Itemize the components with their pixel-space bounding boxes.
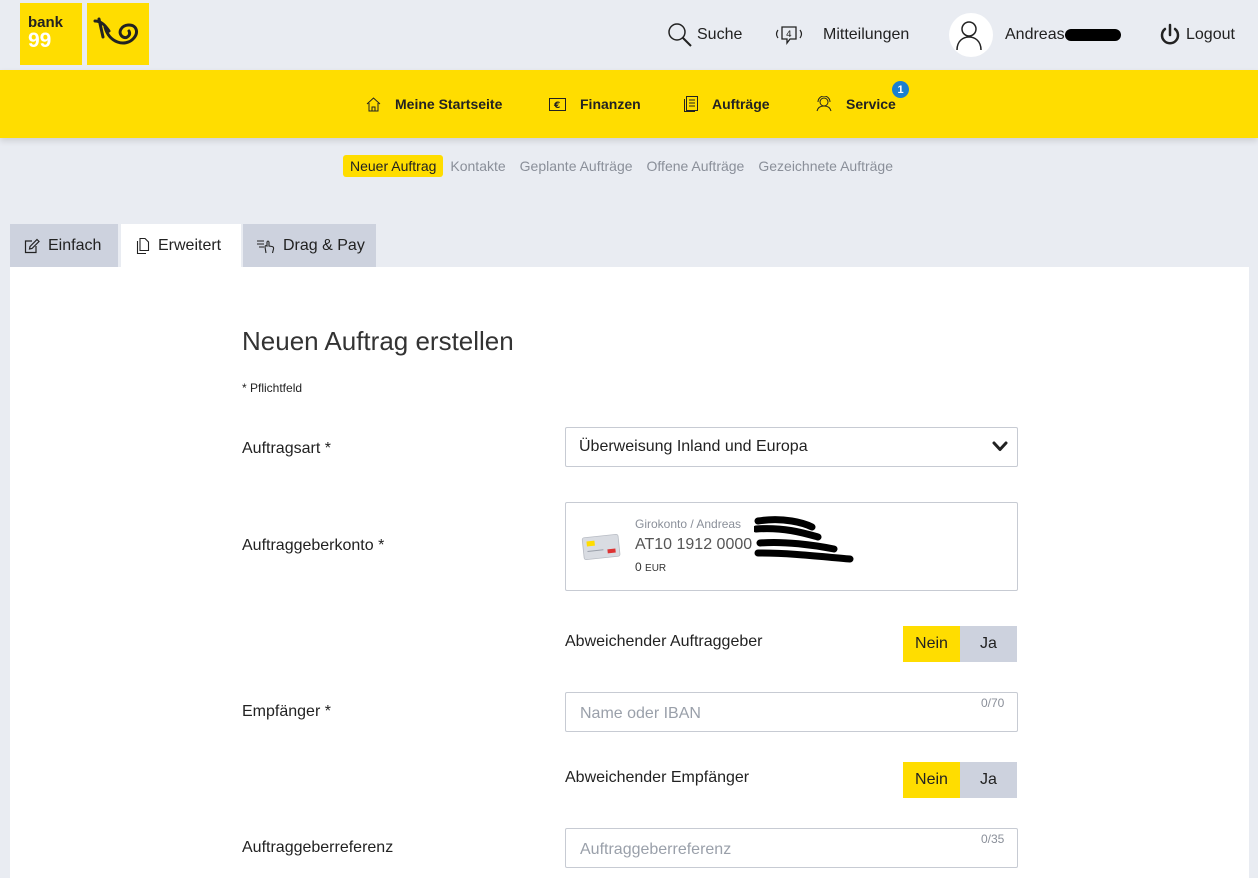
service-notification-badge: 1	[892, 81, 909, 98]
abweichender-empfaenger-toggle: Nein Ja	[903, 762, 1017, 798]
power-icon	[1160, 23, 1180, 45]
nav-item-service[interactable]: Service	[816, 70, 896, 138]
logout-button[interactable]: Logout	[1158, 0, 1235, 70]
post-horn-logo[interactable]	[87, 3, 149, 65]
top-bar: bank 99 Suche 4 Mitteilungen Andreas Log…	[0, 0, 1258, 70]
avatar	[949, 13, 993, 57]
chevron-down-icon	[992, 441, 1008, 451]
bank-card-icon	[581, 533, 621, 561]
search-button[interactable]: Suche	[667, 0, 742, 70]
drag-pay-icon	[257, 239, 275, 253]
search-icon	[668, 23, 692, 47]
abweichender-auftraggeber-toggle: Nein Ja	[903, 626, 1017, 662]
home-icon	[366, 96, 381, 111]
edit-icon	[24, 238, 40, 253]
service-icon	[816, 96, 832, 112]
tab-erweitert[interactable]: Erweitert	[121, 224, 241, 267]
auftraggeberreferenz-label: Auftraggeberreferenz	[242, 839, 394, 856]
nav-item-auftraege[interactable]: Aufträge	[684, 70, 770, 138]
abweichender-empfaenger-label: Abweichender Empfänger	[565, 769, 750, 786]
abweichender-auftraggeber-ja[interactable]: Ja	[960, 626, 1017, 662]
finance-icon: €	[549, 97, 566, 111]
tab-drag-and-pay[interactable]: Drag & Pay	[243, 224, 376, 267]
subnav-kontakte[interactable]: Kontakte	[443, 155, 512, 177]
subnav-geplante-auftraege[interactable]: Geplante Aufträge	[513, 155, 640, 177]
copy-icon	[136, 237, 150, 254]
subnav-offene-auftraege[interactable]: Offene Aufträge	[640, 155, 752, 177]
tab-einfach[interactable]: Einfach	[10, 224, 118, 267]
auftragsart-label: Auftragsart *	[242, 440, 331, 457]
orders-icon	[684, 96, 698, 112]
account-balance: 0 EUR	[635, 560, 667, 574]
empfaenger-input[interactable]	[565, 692, 1018, 732]
redaction	[1064, 29, 1121, 41]
user-menu[interactable]: Andreas	[949, 0, 1121, 70]
subnav-gezeichnete-auftraege[interactable]: Gezeichnete Aufträge	[751, 155, 900, 177]
svg-text:4: 4	[786, 30, 792, 40]
abweichender-empfaenger-ja[interactable]: Ja	[960, 762, 1017, 798]
subnav-neuer-auftrag[interactable]: Neuer Auftrag	[343, 155, 444, 177]
user-name: Andreas	[1005, 26, 1065, 43]
abweichender-auftraggeber-nein[interactable]: Nein	[903, 626, 960, 662]
messages-icon: 4	[775, 26, 803, 45]
abweichender-empfaenger-nein[interactable]: Nein	[903, 762, 960, 798]
nav-item-finanzen[interactable]: € Finanzen	[549, 70, 641, 138]
nav-item-startseite[interactable]: Meine Startseite	[366, 70, 502, 138]
svg-text:€: €	[553, 101, 560, 111]
auftraggeberreferenz-char-counter: 0/35	[981, 832, 1005, 846]
user-icon	[956, 21, 982, 51]
auftraggeberreferenz-input[interactable]	[565, 828, 1018, 868]
page-title: Neuen Auftrag erstellen	[242, 326, 514, 356]
auftraggeberkonto-label: Auftraggeberkonto *	[242, 537, 385, 554]
account-name: Girokonto / Andreas	[635, 517, 742, 531]
abweichender-auftraggeber-label: Abweichender Auftraggeber	[565, 633, 763, 650]
required-note: * Pflichtfeld	[242, 381, 303, 395]
redaction-scribble	[754, 516, 854, 563]
auftraggeberkonto-selector[interactable]: Girokonto / Andreas AT10 1912 0000 0 EUR	[565, 502, 1018, 591]
main-navigation: Meine Startseite € Finanzen Aufträge Ser…	[0, 70, 1258, 138]
post-horn-icon	[93, 17, 138, 45]
messages-button[interactable]: 4 Mitteilungen	[774, 0, 909, 70]
auftragsart-select[interactable]: Überweisung Inland und Europa	[565, 427, 1018, 467]
empfaenger-label: Empfänger *	[242, 703, 331, 720]
empfaenger-char-counter: 0/70	[981, 696, 1005, 710]
sub-navigation: Neuer Auftrag Kontakte Geplante Aufträge…	[343, 155, 900, 177]
bank99-logo[interactable]: bank 99	[20, 3, 82, 65]
account-iban: AT10 1912 0000	[635, 536, 753, 553]
